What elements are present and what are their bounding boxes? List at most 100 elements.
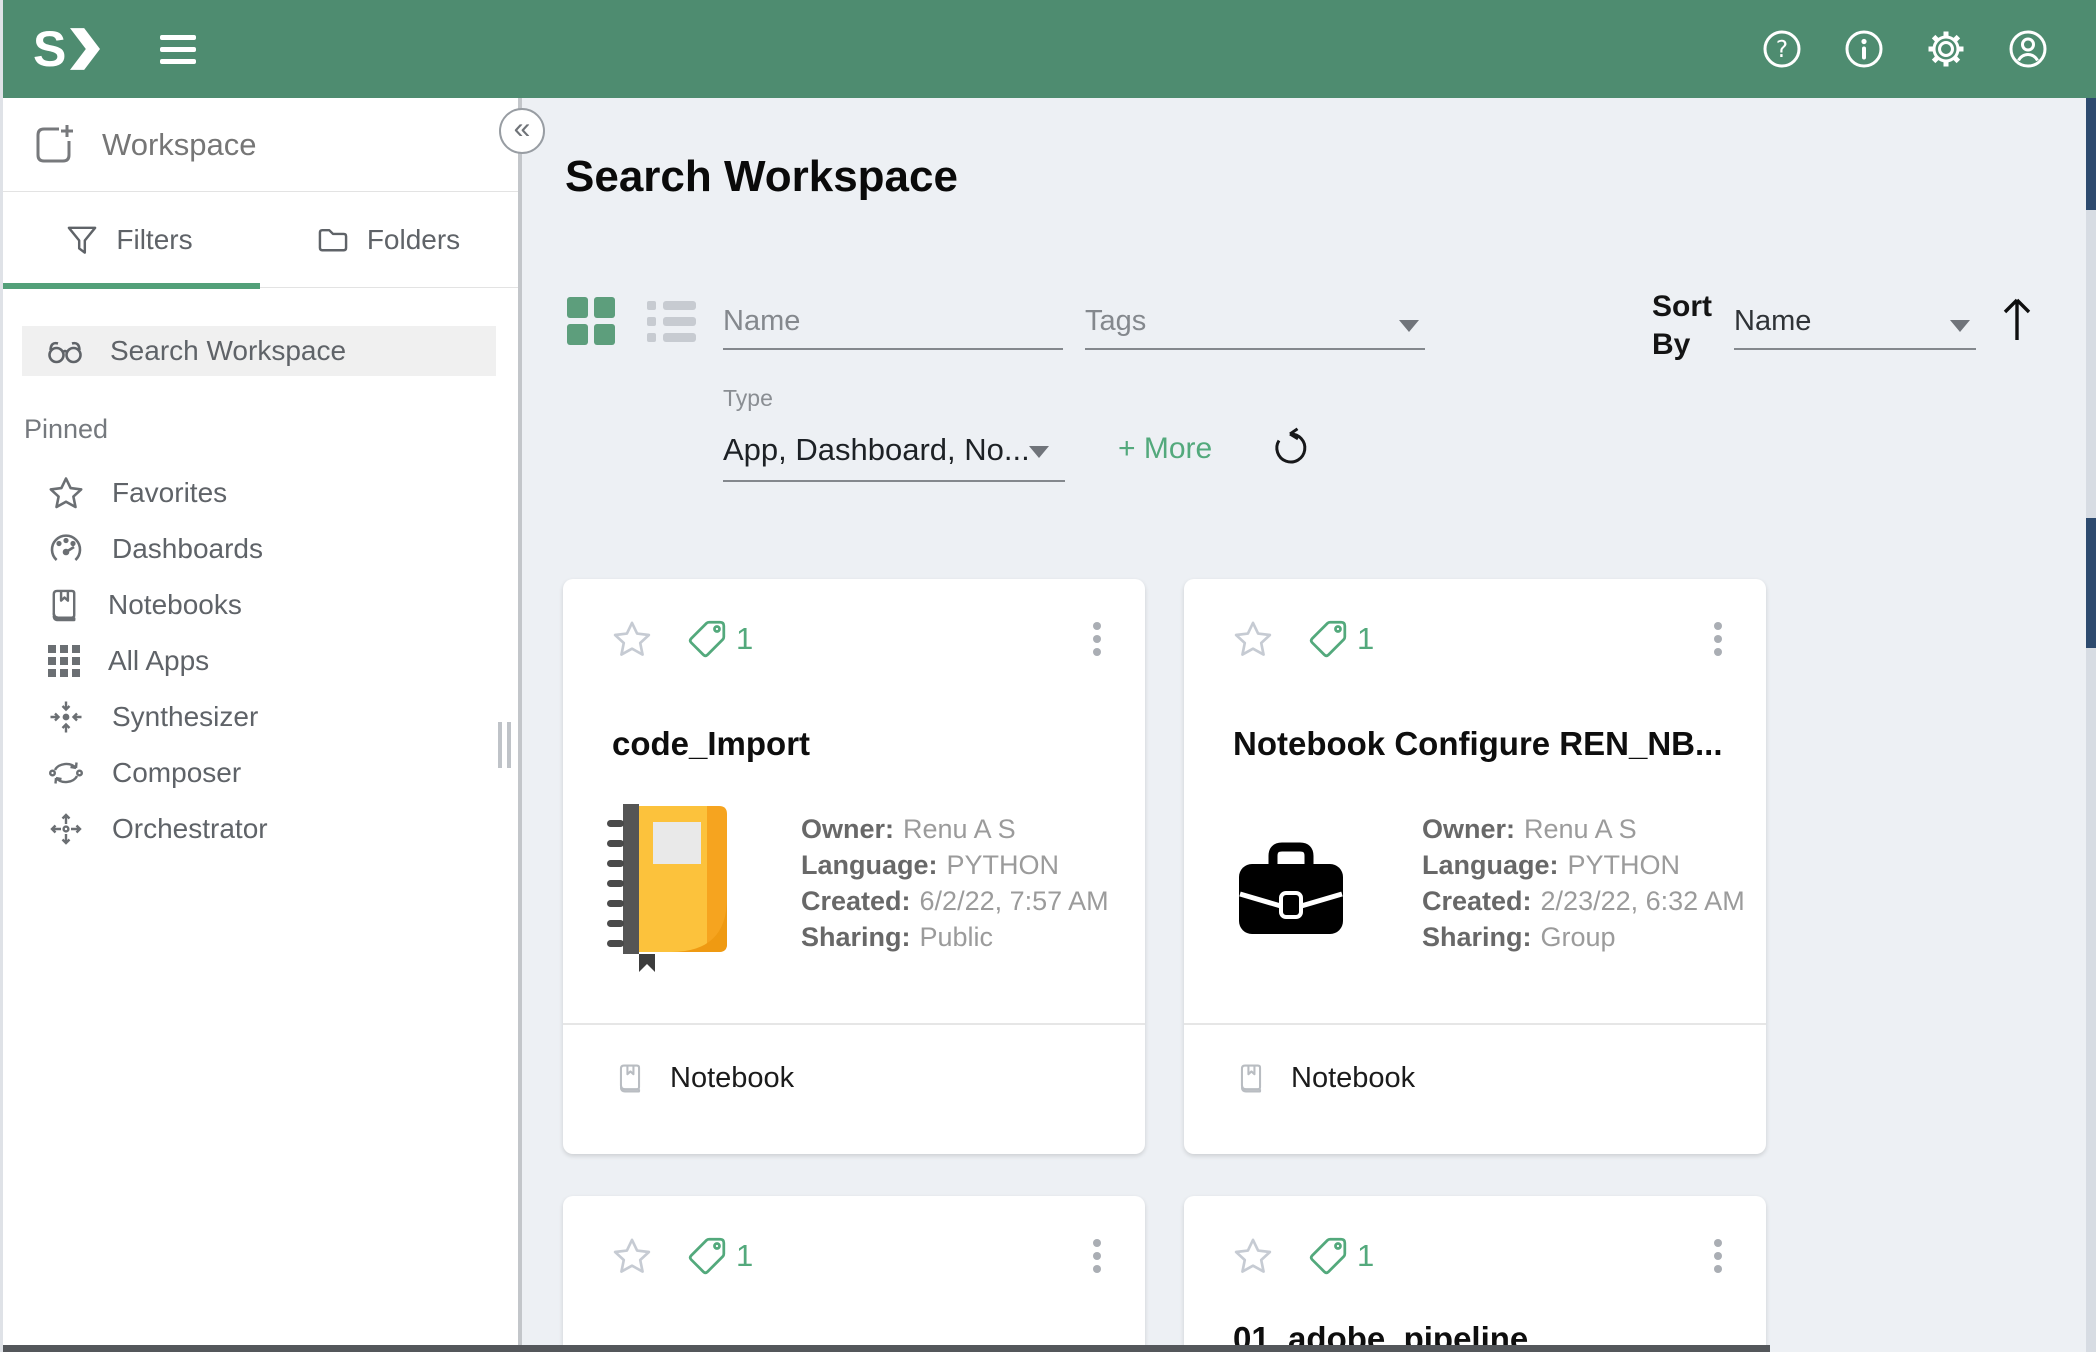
sidebar-nav: Favorites Dashboards Notebooks — [0, 465, 518, 857]
card-type-label: Notebook — [1291, 1062, 1415, 1095]
book-icon — [48, 588, 80, 623]
favorite-star-icon[interactable] — [1233, 620, 1273, 658]
card-metadata: Owner:Renu A S Language:PYTHON Created:6… — [801, 811, 1109, 955]
sidebar-item-orchestrator[interactable]: Orchestrator — [0, 801, 518, 857]
pinned-section-label: Pinned — [24, 414, 518, 445]
sort-by-select[interactable]: Name — [1734, 290, 1976, 350]
tags-filter-select[interactable]: Tags — [1085, 290, 1425, 350]
tab-folders[interactable]: Folders — [259, 192, 518, 287]
info-icon[interactable] — [1844, 29, 1884, 69]
workspace-card[interactable]: 1 — [563, 1196, 1145, 1352]
briefcase-icon — [1221, 804, 1361, 972]
workspace-title: Workspace — [102, 127, 257, 163]
tag-icon — [1307, 1235, 1349, 1277]
logo-letter: S — [33, 24, 66, 74]
meta-value: Renu A S — [903, 814, 1016, 845]
sidebar-item-favorites[interactable]: Favorites — [0, 465, 518, 521]
meta-value: PYTHON — [947, 850, 1060, 881]
app-window: S ? — [0, 0, 2096, 1352]
window-bottom-edge — [0, 1345, 1770, 1352]
list-view-toggle[interactable] — [647, 301, 696, 342]
card-menu-button[interactable] — [1089, 618, 1105, 660]
active-tab-indicator — [0, 283, 260, 289]
grid-view-toggle[interactable] — [567, 297, 615, 345]
new-workspace-icon — [30, 122, 76, 168]
help-icon[interactable]: ? — [1762, 29, 1802, 69]
sort-direction-button[interactable] — [2000, 294, 2034, 349]
sidebar-item-dashboards[interactable]: Dashboards — [0, 521, 518, 577]
refresh-button[interactable] — [1268, 426, 1312, 475]
tag-chip[interactable] — [1307, 618, 1349, 660]
name-filter-input[interactable]: Name — [723, 290, 1063, 350]
nav-label: Composer — [112, 757, 241, 789]
tag-count: 1 — [736, 1238, 753, 1274]
nav-label: Favorites — [112, 477, 227, 509]
book-icon — [616, 1063, 644, 1094]
converge-arrows-icon — [48, 699, 84, 735]
arrow-up-icon — [2000, 294, 2034, 344]
card-divider — [563, 1023, 1145, 1025]
sort-by-value: Name — [1734, 305, 1811, 338]
card-menu-button[interactable] — [1089, 1235, 1105, 1277]
card-divider — [1184, 1023, 1766, 1025]
meta-value: Renu A S — [1524, 814, 1637, 845]
card-metadata: Owner:Renu A S Language:PYTHON Created:2… — [1422, 811, 1745, 955]
right-scrollbar-strip[interactable] — [2086, 98, 2096, 1352]
brand-logo: S — [33, 24, 100, 74]
meta-value: PYTHON — [1568, 850, 1681, 881]
sidebar-resize-handle[interactable] — [498, 722, 511, 768]
tab-filters-label: Filters — [116, 224, 192, 256]
favorite-star-icon[interactable] — [612, 620, 652, 658]
sidebar-collapse-button[interactable]: « — [499, 108, 545, 154]
funnel-icon — [66, 225, 98, 255]
sidebar-item-notebooks[interactable]: Notebooks — [0, 577, 518, 633]
workspace-card[interactable]: 1 Notebook Configure REN_NB... Owner:Ren… — [1184, 579, 1766, 1154]
tag-chip[interactable] — [686, 618, 728, 660]
top-app-bar: S ? — [0, 0, 2096, 98]
workspace-card[interactable]: 1 01_adobe_pipeline — [1184, 1196, 1766, 1352]
nav-label: Dashboards — [112, 533, 263, 565]
nav-label: Orchestrator — [112, 813, 268, 845]
tab-folders-label: Folders — [367, 224, 460, 256]
sidebar-item-search-workspace[interactable]: Search Workspace — [22, 326, 496, 376]
sidebar-item-all-apps[interactable]: All Apps — [0, 633, 518, 689]
chevron-down-icon — [1399, 320, 1419, 332]
tag-icon — [686, 618, 728, 660]
settings-gear-icon[interactable] — [1926, 29, 1966, 69]
type-filter-value: App, Dashboard, No... — [723, 432, 1030, 468]
cycle-arrows-icon — [48, 757, 84, 789]
account-icon[interactable] — [2008, 29, 2048, 69]
card-menu-button[interactable] — [1710, 1235, 1726, 1277]
book-icon — [1237, 1063, 1265, 1094]
meta-label: Created: — [1422, 886, 1532, 917]
tab-filters[interactable]: Filters — [0, 192, 259, 287]
tag-chip[interactable] — [1307, 1235, 1349, 1277]
notebook-cover-icon — [600, 804, 740, 972]
favorite-star-icon[interactable] — [612, 1237, 652, 1275]
card-title: Notebook Configure REN_NB... — [1233, 725, 1742, 763]
nav-label: All Apps — [108, 645, 209, 677]
sidebar-item-synthesizer[interactable]: Synthesizer — [0, 689, 518, 745]
tag-count: 1 — [1357, 1238, 1374, 1274]
nav-label: Synthesizer — [112, 701, 258, 733]
meta-label: Language: — [801, 850, 938, 881]
refresh-icon — [1268, 426, 1312, 470]
apps-grid-icon — [48, 645, 80, 677]
workspace-card[interactable]: 1 code_Import Owner:Renu A S — [563, 579, 1145, 1154]
tag-icon — [1307, 618, 1349, 660]
star-icon — [48, 476, 84, 510]
meta-label: Owner: — [1422, 814, 1515, 845]
sidebar: Workspace Filters Folders Searc — [0, 98, 522, 1352]
hamburger-menu-icon[interactable] — [160, 35, 196, 64]
card-type-label: Notebook — [670, 1062, 794, 1095]
card-menu-button[interactable] — [1710, 618, 1726, 660]
sidebar-item-composer[interactable]: Composer — [0, 745, 518, 801]
favorite-star-icon[interactable] — [1233, 1237, 1273, 1275]
type-filter-select[interactable]: App, Dashboard, No... — [723, 418, 1065, 482]
search-workspace-label: Search Workspace — [110, 335, 346, 367]
card-title: code_Import — [612, 725, 1121, 763]
tag-chip[interactable] — [686, 1235, 728, 1277]
more-filters-button[interactable]: + More — [1118, 432, 1212, 466]
chevron-down-icon — [1029, 446, 1049, 458]
binoculars-icon — [46, 336, 84, 366]
